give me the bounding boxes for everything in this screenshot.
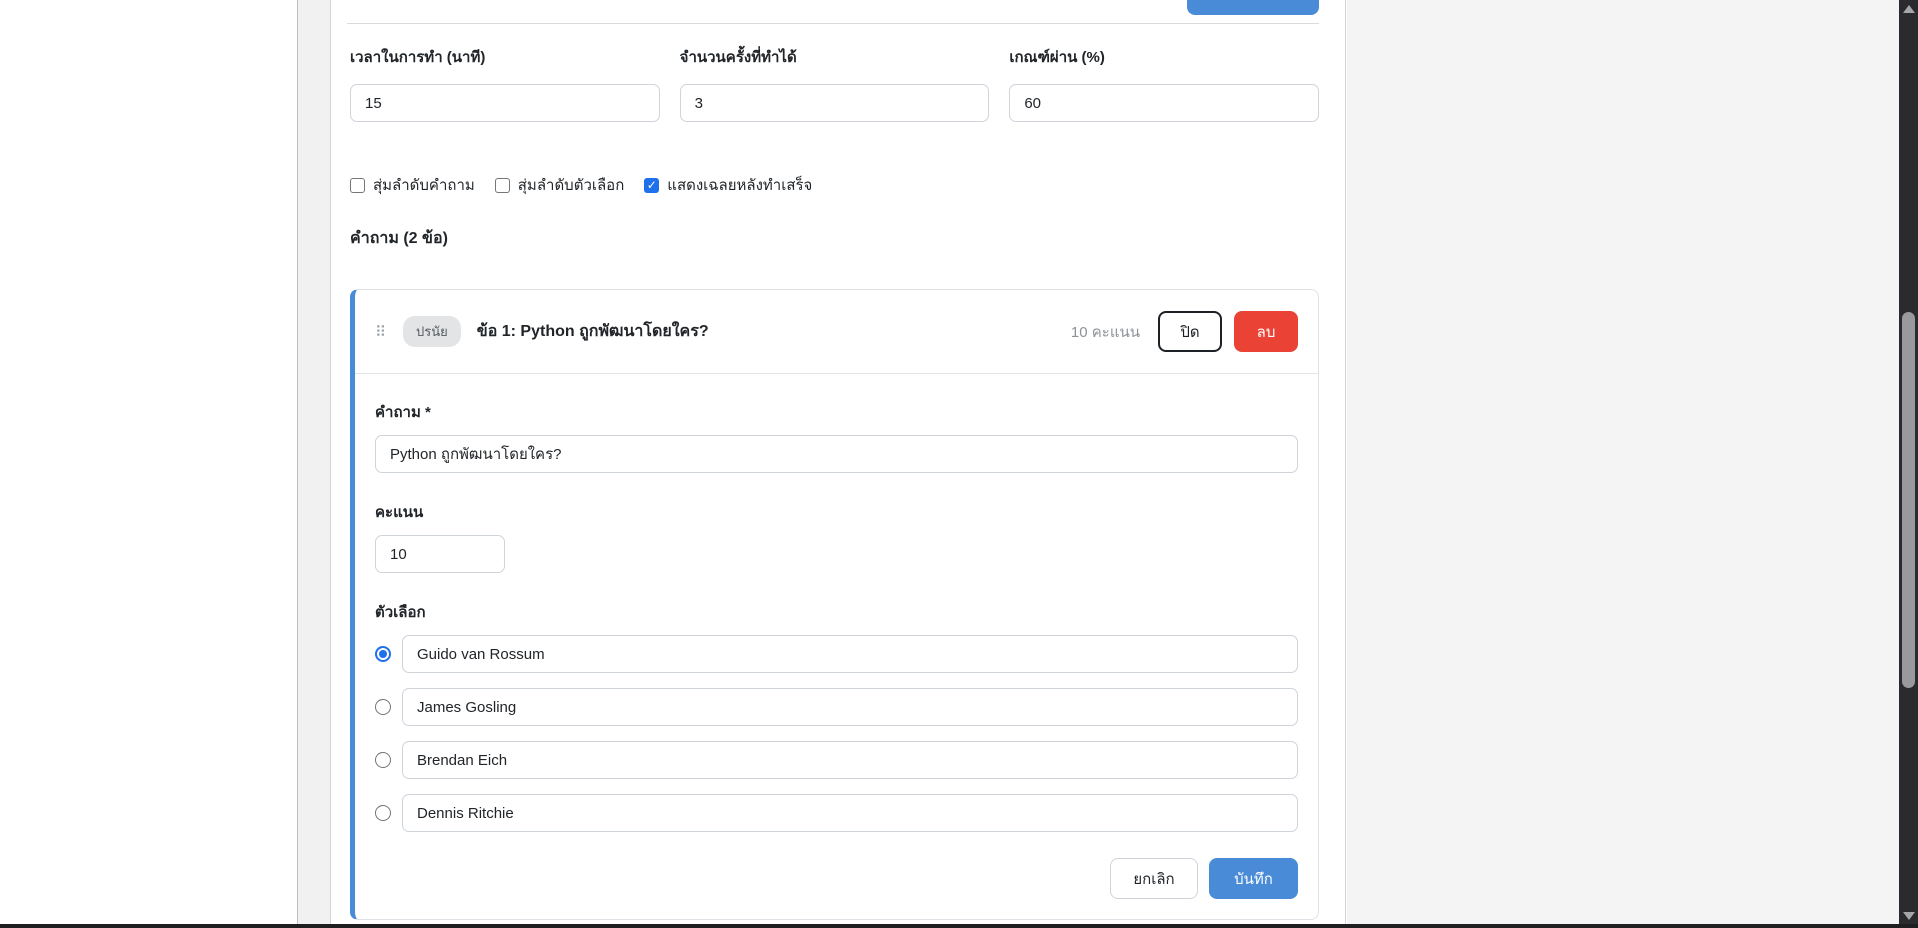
save-button[interactable]: บันทึก	[1209, 858, 1298, 899]
left-margin-area	[0, 0, 297, 925]
choice-3-radio[interactable]	[375, 752, 391, 768]
choice-1-radio[interactable]	[375, 646, 391, 662]
choice-4-input[interactable]	[402, 794, 1298, 832]
main-panel: เวลาในการทำ (นาที) จำนวนครั้งที่ทำได้ เก…	[331, 0, 1346, 925]
inner-scrollbar-track[interactable]	[297, 0, 331, 925]
scrollbar-thumb[interactable]	[1902, 312, 1915, 688]
field-attempts: จำนวนครั้งที่ทำได้	[680, 45, 990, 122]
panel-header	[347, 0, 1319, 24]
pass-threshold-label: เกณฑ์ผ่าน (%)	[1009, 45, 1319, 69]
time-limit-input[interactable]	[350, 84, 660, 122]
top-primary-button[interactable]	[1187, 0, 1319, 15]
time-limit-label: เวลาในการทำ (นาที)	[350, 45, 660, 69]
scroll-down-button[interactable]	[1899, 907, 1918, 925]
shuffle-questions-checkbox[interactable]: ✓	[350, 178, 365, 193]
pass-threshold-input[interactable]	[1009, 84, 1319, 122]
question-card-actions: ยกเลิก บันทึก	[375, 858, 1298, 899]
questions-section-heading: คำถาม (2 ข้อ)	[350, 226, 1321, 251]
choice-row-2	[375, 688, 1298, 726]
field-pass-threshold: เกณฑ์ผ่าน (%)	[1009, 45, 1319, 122]
shuffle-choices-label: สุ่มลำดับตัวเลือก	[518, 173, 625, 197]
show-answers-label: แสดงเฉลยหลังทำเสร็จ	[667, 173, 812, 197]
score-label: คะแนน	[375, 500, 1298, 524]
choice-4-radio[interactable]	[375, 805, 391, 821]
choice-row-3	[375, 741, 1298, 779]
question-text-input[interactable]	[375, 435, 1298, 473]
choice-1-input[interactable]	[402, 635, 1298, 673]
right-margin-area	[1347, 0, 1899, 925]
attempts-label: จำนวนครั้งที่ทำได้	[680, 45, 990, 69]
question-type-badge: ปรนัย	[403, 316, 461, 347]
choice-2-input[interactable]	[402, 688, 1298, 726]
question-card-body: คำถาม * คะแนน ตัวเลือก	[355, 374, 1318, 919]
question-text-label: คำถาม *	[375, 400, 1298, 424]
arrow-up-icon	[1903, 5, 1915, 13]
choice-row-4	[375, 794, 1298, 832]
choice-row-1	[375, 635, 1298, 673]
cancel-button[interactable]: ยกเลิก	[1110, 858, 1198, 899]
shuffle-questions-label: สุ่มลำดับคำถาม	[373, 173, 475, 197]
checkbox-show-answers[interactable]: ✓ แสดงเฉลยหลังทำเสร็จ	[644, 173, 812, 197]
arrow-down-icon	[1903, 912, 1915, 920]
choice-2-radio[interactable]	[375, 699, 391, 715]
delete-question-button[interactable]: ลบ	[1234, 311, 1298, 352]
score-input[interactable]	[375, 535, 505, 573]
taskbar-edge	[0, 924, 1918, 928]
checkbox-shuffle-questions[interactable]: ✓ สุ่มลำดับคำถาม	[350, 173, 475, 197]
show-answers-checkbox[interactable]: ✓	[644, 178, 659, 193]
choice-3-input[interactable]	[402, 741, 1298, 779]
field-time-limit: เวลาในการทำ (นาที)	[350, 45, 660, 122]
checkbox-shuffle-choices[interactable]: ✓ สุ่มลำดับตัวเลือก	[495, 173, 625, 197]
check-icon: ✓	[647, 179, 657, 191]
scroll-up-button[interactable]	[1899, 0, 1918, 18]
shuffle-choices-checkbox[interactable]: ✓	[495, 178, 510, 193]
page: เวลาในการทำ (นาที) จำนวนครั้งที่ทำได้ เก…	[0, 0, 1918, 928]
drag-handle-icon[interactable]: ⠿	[375, 323, 387, 341]
question-card-1: ⠿ ปรนัย ข้อ 1: Python ถูกพัฒนาโดยใคร? 10…	[350, 289, 1319, 920]
choices-label: ตัวเลือก	[375, 600, 1298, 624]
browser-scrollbar[interactable]	[1899, 0, 1918, 928]
question-card-title: ข้อ 1: Python ถูกพัฒนาโดยใคร?	[477, 319, 709, 344]
attempts-input[interactable]	[680, 84, 990, 122]
quiz-settings-fields: เวลาในการทำ (นาที) จำนวนครั้งที่ทำได้ เก…	[350, 45, 1319, 122]
question-card-header: ⠿ ปรนัย ข้อ 1: Python ถูกพัฒนาโดยใคร? 10…	[355, 290, 1318, 374]
question-points-text: 10 คะแนน	[1071, 320, 1140, 344]
close-question-button[interactable]: ปิด	[1158, 311, 1222, 352]
quiz-settings-checkboxes: ✓ สุ่มลำดับคำถาม ✓ สุ่มลำดับตัวเลือก ✓ แ…	[350, 173, 1321, 197]
radio-dot	[379, 650, 387, 658]
